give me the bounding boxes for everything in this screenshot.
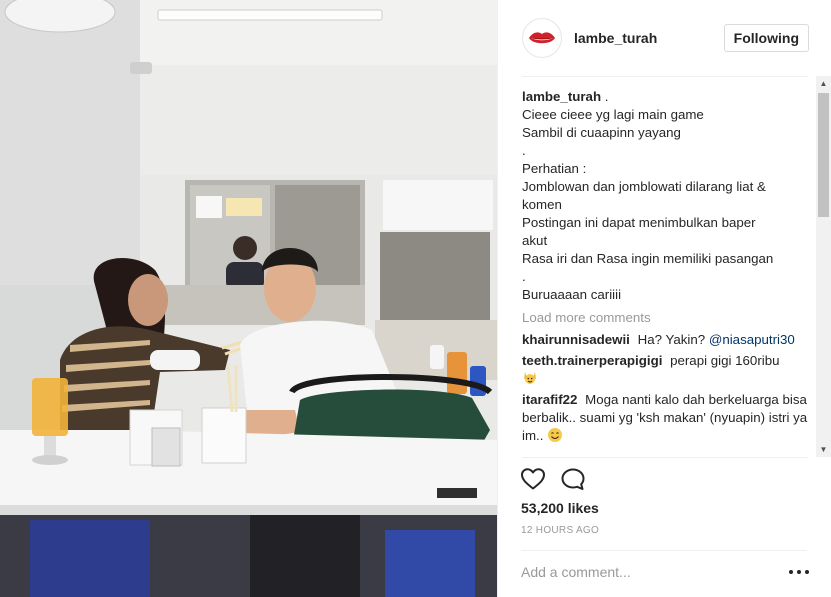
caption-username[interactable]: lambe_turah	[522, 89, 601, 104]
caption-line: .	[522, 269, 526, 284]
caption-line: Perhatian :	[522, 161, 587, 176]
caption-line: Cieee cieee yg lagi main game	[522, 107, 704, 122]
caption-line: Postingan ini dapat menimbulkan baper	[522, 215, 756, 230]
comment-item: teeth.trainerperapigigi perapi gigi 160r…	[522, 352, 808, 388]
post-author-username[interactable]: lambe_turah	[574, 30, 657, 46]
following-button[interactable]: Following	[723, 24, 809, 52]
comment-username[interactable]: itarafif22	[522, 392, 577, 407]
speech-bubble-icon[interactable]	[560, 467, 586, 491]
smile-emoji	[548, 428, 563, 442]
caption-line: Rasa iri dan Rasa ingin memiliki pasanga…	[522, 251, 774, 266]
more-dot	[789, 570, 793, 574]
comments-scrollbar[interactable]: ▲ ▼	[816, 76, 831, 457]
footer-divider	[521, 550, 807, 551]
comment-username[interactable]: teeth.trainerperapigigi	[522, 353, 662, 368]
scroll-thumb[interactable]	[818, 93, 829, 217]
comment-text: perapi gigi 160ribu	[670, 353, 780, 368]
post-actions	[520, 465, 586, 493]
comment-item: itarafif22 Moga nanti kalo dah berkeluar…	[522, 391, 808, 445]
comment-item: khairunnisadewii Ha? Yakin? @niasaputri3…	[522, 331, 808, 349]
comment-text: Ha? Yakin?	[637, 332, 706, 347]
more-dot	[805, 570, 809, 574]
more-options-icon[interactable]	[789, 563, 809, 581]
raised-hands-emoji	[524, 372, 536, 384]
comments-divider	[522, 457, 808, 458]
scroll-down-arrow-icon[interactable]: ▼	[816, 442, 831, 457]
post-photo[interactable]	[0, 0, 497, 597]
caption-line: komen	[522, 197, 562, 212]
caption-line: akut	[522, 233, 548, 248]
add-comment-input[interactable]	[521, 560, 771, 584]
scroll-up-arrow-icon[interactable]: ▲	[816, 76, 831, 91]
comment-mention-link[interactable]: @niasaputri30	[709, 332, 795, 347]
caption-line: Jomblowan dan jomblowati dilarang liat &	[522, 179, 766, 194]
post-timestamp[interactable]: 12 HOURS AGO	[521, 525, 599, 536]
lips-logo	[526, 22, 558, 54]
caption-line: Buruaaaan cariiii	[522, 287, 622, 302]
caption: lambe_turah . Cieee cieee yg lagi main g…	[522, 88, 808, 304]
avatar[interactable]	[522, 18, 562, 58]
likes-count[interactable]: 53,200 likes	[521, 500, 599, 516]
load-more-comments-link[interactable]: Load more comments	[522, 309, 808, 327]
post-photo-image	[0, 0, 497, 597]
comments-list[interactable]: lambe_turah . Cieee cieee yg lagi main g…	[522, 88, 808, 457]
comment-username[interactable]: khairunnisadewii	[522, 332, 630, 347]
caption-line: .	[522, 143, 526, 158]
caption-suffix: .	[601, 89, 609, 104]
post-header: lambe_turah Following	[522, 18, 809, 58]
header-divider	[522, 76, 808, 77]
heart-outline-icon[interactable]	[520, 467, 546, 491]
more-dot	[797, 570, 801, 574]
caption-line: Sambil di cuaapinn yayang	[522, 125, 681, 140]
